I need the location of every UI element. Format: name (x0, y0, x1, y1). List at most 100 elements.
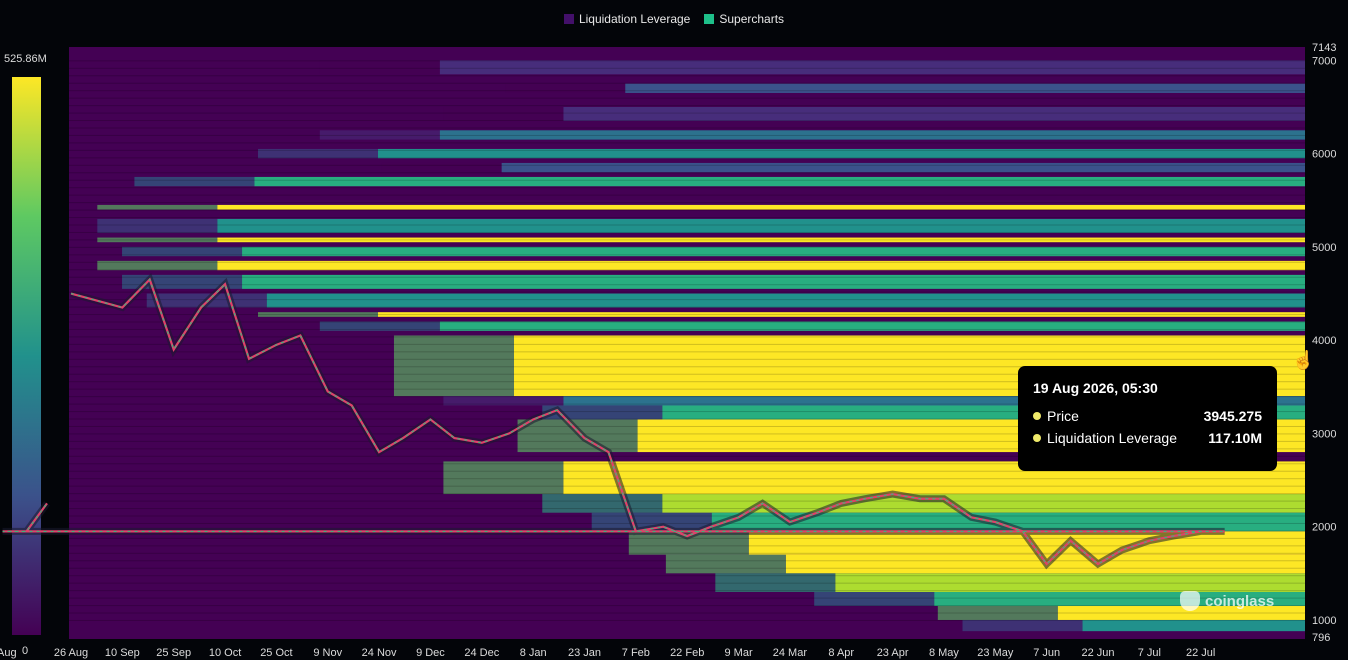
x-tick-label: 7 Jul (1138, 647, 1161, 659)
heatmap-seam (69, 478, 1305, 480)
heatmap-seam (69, 164, 1305, 166)
tooltip-value: 3945.275 (1203, 408, 1262, 424)
heatmap-seam (69, 508, 1305, 510)
heatmap-seam (69, 97, 1305, 99)
heatmap-seam (69, 261, 1305, 263)
x-tick-label: 24 Mar (773, 647, 808, 659)
heatmap-seam (69, 246, 1305, 248)
x-tick-label: 22 Jul (1186, 647, 1215, 659)
heatmap-band-fade (443, 461, 564, 495)
heatmap-seam (69, 343, 1305, 345)
heatmap-seam (69, 284, 1305, 286)
heatmap-seam (69, 224, 1305, 226)
x-tick-label: 8 Apr (828, 647, 854, 659)
heatmap-seam (69, 597, 1305, 599)
heatmap-seam (69, 269, 1305, 271)
heatmap-band-fade (134, 176, 255, 187)
heatmap-seam (69, 75, 1305, 77)
heatmap-seam (69, 209, 1305, 211)
heatmap-seam (69, 172, 1305, 174)
heatmap-seam (69, 149, 1305, 151)
heatmap-band (501, 162, 1306, 173)
heatmap-band (254, 176, 1305, 187)
heatmap-band (266, 293, 1305, 308)
heatmap-seam (69, 590, 1305, 592)
x-tick-label: 8 May (929, 647, 959, 659)
x-tick-label: 23 Jan (568, 647, 601, 659)
heatmap-seam (69, 493, 1305, 495)
heatmap-band-fade (505, 83, 626, 93)
watermark-text: coinglass (1205, 592, 1275, 610)
heatmap-band (625, 83, 1305, 93)
heatmap-seam (69, 321, 1305, 323)
heatmap-band-fade (381, 162, 502, 173)
heatmap-seam (69, 619, 1305, 621)
y-tick-label: 6000 (1312, 149, 1336, 161)
x-tick-label: 8 Jan (520, 647, 547, 659)
x-tick-label: 7 Jun (1033, 647, 1060, 659)
heatmap-seam (69, 157, 1305, 159)
heatmap-seam (69, 254, 1305, 256)
x-tick-label: 10 Oct (209, 647, 241, 659)
tooltip-label: Liquidation Leverage (1047, 430, 1177, 446)
y-tick-label: 7143 (1312, 42, 1336, 54)
x-tick-label: 9 Mar (724, 647, 752, 659)
heatmap-seam (69, 560, 1305, 562)
heatmap-band-fade (443, 106, 564, 121)
coinglass-logo-icon (1180, 591, 1200, 611)
heatmap-seam (69, 567, 1305, 569)
tooltip-row-price: Price 3945.275 (1033, 408, 1262, 424)
tooltip: 19 Aug 2026, 05:30 Price 3945.275 Liquid… (1018, 366, 1277, 471)
y-tick-label: 2000 (1312, 522, 1336, 534)
heatmap-seam (69, 582, 1305, 584)
heatmap-band-fade (542, 494, 663, 513)
colorbar-gradient (12, 77, 41, 635)
heatmap-band-fade (319, 60, 440, 75)
heatmap-band-fade (665, 554, 786, 574)
heatmap-seam (69, 291, 1305, 293)
heatmap-chart[interactable]: 26 Aug 10 Sep 25 Sep 10 Oct 25 Oct 9 Nov 24 No… (0, 0, 1348, 660)
x-tick-label: 24 Dec (464, 647, 499, 659)
heatmap-seam (69, 314, 1305, 316)
heatmap-band (217, 204, 1305, 210)
heatmap-seam (69, 202, 1305, 204)
y-tick-label: 4000 (1312, 335, 1336, 347)
heatmap-seam (69, 306, 1305, 308)
heatmap-band-fade (97, 204, 218, 210)
x-tick-label: 6 Aug (0, 647, 17, 659)
heatmap-seam (69, 142, 1305, 144)
x-tick-label: 22 Feb (670, 647, 704, 659)
heatmap-seam (69, 605, 1305, 607)
y-tick-label: 3000 (1312, 428, 1336, 440)
y-tick-label: 796 (1312, 632, 1330, 644)
heatmap-band-fade (814, 591, 935, 606)
heatmap-seam (69, 179, 1305, 181)
heatmap-seam (69, 239, 1305, 241)
heatmap-seam (69, 522, 1305, 524)
heatmap-band (563, 106, 1305, 121)
tooltip-row-leverage: Liquidation Leverage 117.10M (1033, 430, 1262, 446)
tooltip-value: 117.10M (1208, 430, 1262, 446)
x-tick-label: 10 Sep (105, 647, 140, 659)
heatmap-seam (69, 612, 1305, 614)
heatmap-band (1082, 619, 1305, 632)
heatmap-seam (69, 127, 1305, 129)
x-tick-label: 23 May (977, 647, 1014, 659)
colorbar-max-label: 525.86M (4, 53, 47, 65)
colorbar-min-label: 0 (22, 645, 29, 657)
heatmap-band (439, 60, 1305, 75)
heatmap-seam (69, 515, 1305, 517)
heatmap-seam (69, 299, 1305, 301)
dot-icon (1033, 434, 1041, 442)
heatmap-band-fade (962, 619, 1083, 632)
y-tick-label: 5000 (1312, 242, 1336, 254)
heatmap-band-fade (97, 218, 218, 233)
x-tick-label: 7 Feb (622, 647, 650, 659)
heatmap-seam (69, 187, 1305, 189)
x-tick-label: 9 Nov (313, 647, 342, 659)
x-tick-label: 9 Dec (416, 647, 445, 659)
watermark: coinglass (1180, 591, 1274, 611)
heatmap-seam (69, 67, 1305, 69)
heatmap-seam (69, 60, 1305, 62)
x-tick-label: 25 Sep (156, 647, 191, 659)
